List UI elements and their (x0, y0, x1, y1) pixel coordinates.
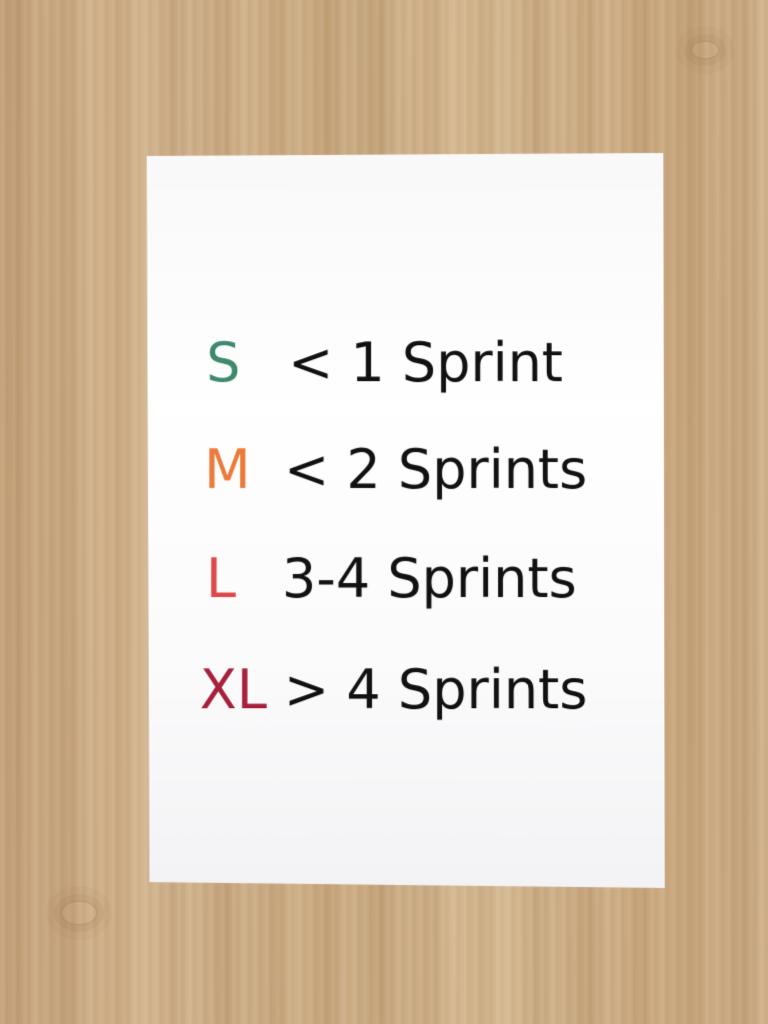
paper-sheet: S < 1 Sprint M < 2 Sprints L 3-4 Sprints… (145, 153, 664, 888)
size-description-s: < 1 Sprint (288, 331, 563, 395)
wood-knot (60, 900, 98, 926)
size-label-xl: XL (199, 658, 267, 722)
size-description-m: < 2 Sprints (284, 438, 588, 502)
size-label-s: S (206, 331, 241, 395)
size-row-l: L 3-4 Sprints (146, 539, 664, 619)
size-description-l: 3-4 Sprints (281, 547, 577, 611)
size-row-s: S < 1 Sprint (146, 323, 664, 403)
size-label-m: M (204, 438, 251, 502)
size-row-xl: XL > 4 Sprints (146, 650, 665, 730)
size-label-l: L (205, 547, 237, 611)
size-description-xl: > 4 Sprints (283, 658, 588, 722)
wood-knot (690, 40, 720, 60)
size-row-m: M < 2 Sprints (146, 430, 664, 510)
